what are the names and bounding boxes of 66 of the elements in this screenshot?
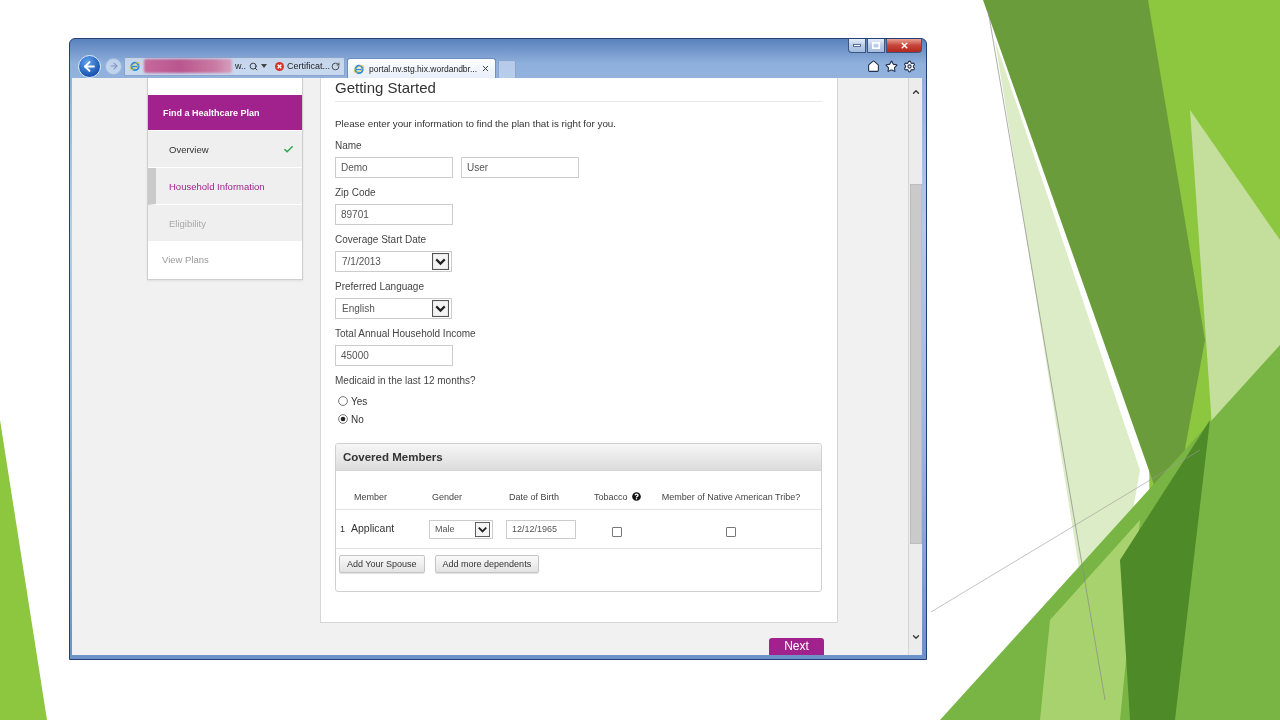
field-label: Preferred Language	[335, 280, 425, 294]
chevron-up-icon[interactable]	[910, 87, 921, 97]
minimize-icon	[853, 44, 861, 47]
column-header: Date of Birth	[509, 492, 560, 502]
search-icon[interactable]	[249, 61, 258, 71]
select-field[interactable]: English	[335, 298, 452, 319]
page-heading: Getting Started	[335, 79, 436, 96]
field-label: Name	[335, 139, 363, 153]
field-label: Medicaid in the last 12 months?	[335, 374, 477, 388]
field-label: Total Annual Household Income	[335, 327, 477, 341]
chevron-down-icon[interactable]	[910, 632, 921, 642]
checkbox[interactable]	[726, 527, 736, 537]
column-header: Member of Native American Tribe?	[661, 492, 801, 502]
radio-option[interactable]: Yes	[335, 392, 368, 410]
security-label: Certificat...	[287, 61, 331, 71]
scrollbar-thumb[interactable]	[909, 184, 922, 544]
browser-tab[interactable]: portal.nv.stg.hix.wordandbr...	[347, 58, 497, 78]
check-icon	[283, 143, 294, 155]
sidebar-item[interactable]: Household Information	[148, 168, 302, 205]
maximize-button[interactable]	[867, 39, 885, 53]
address-text: w..	[235, 61, 246, 71]
close-icon[interactable]	[481, 64, 491, 73]
arrow-left-icon	[82, 58, 97, 74]
next-button[interactable]: Next	[769, 638, 824, 655]
close-icon	[899, 41, 909, 50]
help-icon[interactable]	[631, 492, 641, 501]
settings-icon[interactable]	[903, 59, 916, 73]
intro-text: Please enter your information to find the plan that is right for you.	[335, 117, 617, 131]
back-button[interactable]	[78, 54, 101, 78]
panel-header: Covered Members	[336, 444, 821, 471]
action-button[interactable]: Add more dependents	[434, 555, 540, 573]
chevron-down-icon	[432, 253, 449, 270]
field-label: Coverage Start Date	[335, 233, 428, 247]
scrollbar[interactable]	[908, 78, 922, 655]
select-field[interactable]: Male	[429, 519, 493, 539]
column-header: Tobacco	[594, 492, 628, 502]
field-label: Zip Code	[335, 186, 377, 200]
select-field[interactable]: 7/1/2013	[335, 251, 452, 272]
row-number: 1	[340, 524, 345, 534]
chevron-down-icon	[475, 521, 490, 537]
close-button[interactable]	[886, 39, 922, 53]
browser-logo-icon	[129, 60, 141, 72]
maximize-icon	[872, 42, 880, 49]
home-icon[interactable]	[867, 59, 880, 73]
error-icon[interactable]	[275, 61, 284, 71]
radio-option[interactable]: No	[335, 410, 368, 428]
browser-logo-icon	[353, 62, 365, 75]
refresh-icon[interactable]	[331, 61, 340, 71]
column-header: Member	[354, 492, 387, 502]
address-bar[interactable]: w.. Certificat...	[124, 56, 345, 76]
minimize-button[interactable]	[848, 39, 866, 53]
member-name: Applicant	[351, 521, 395, 534]
star-icon[interactable]	[885, 59, 898, 73]
caret-icon[interactable]	[261, 64, 267, 68]
text-field[interactable]: User	[461, 157, 579, 178]
sidebar-item[interactable]: Find a Healthcare Plan	[148, 95, 302, 131]
sidebar-item[interactable]: Overview	[148, 131, 302, 168]
action-button[interactable]: Add Your Spouse	[339, 555, 425, 573]
checkbox[interactable]	[612, 527, 622, 537]
text-field[interactable]: 89701	[335, 204, 453, 225]
arrow-right-icon	[108, 61, 119, 71]
date-field[interactable]: 12/12/1965	[506, 519, 576, 539]
text-field[interactable]: Demo	[335, 157, 453, 178]
column-header: Gender	[432, 492, 463, 502]
text-field[interactable]: 45000	[335, 345, 453, 366]
chevron-down-icon	[432, 300, 449, 317]
